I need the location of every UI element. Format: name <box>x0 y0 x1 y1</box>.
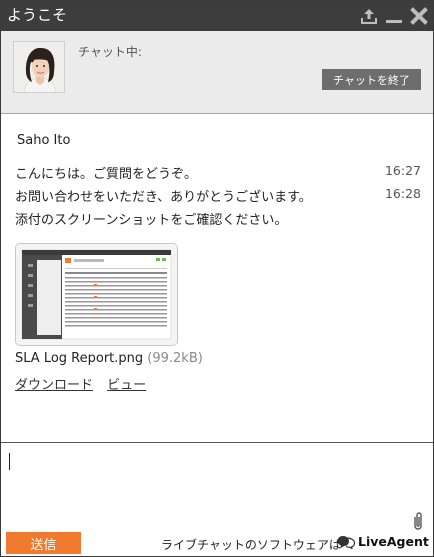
paperclip-icon[interactable] <box>411 511 425 531</box>
attachment-size: (99.2kB) <box>147 351 203 366</box>
agent-avatar <box>13 41 65 93</box>
liveagent-logo[interactable]: LiveAgent <box>337 534 429 549</box>
brand-name: LiveAgent <box>358 534 429 549</box>
end-chat-button[interactable]: チャットを終了 <box>322 69 421 90</box>
message-row: 添付のスクリーンショットをご確認ください。 <box>15 209 421 228</box>
attachment-info: SLA Log Report.png (99.2kB) <box>15 351 203 366</box>
minimize-icon[interactable] <box>384 6 404 26</box>
window-controls <box>354 6 429 26</box>
message-input[interactable] <box>7 450 407 520</box>
download-link[interactable]: ダウンロード <box>15 378 93 393</box>
send-button[interactable]: 送信 <box>6 532 81 554</box>
message-text: こんにちは。ご質問をどうぞ。 <box>15 167 198 182</box>
sender-name: Saho Ito <box>17 133 71 148</box>
chat-bubble-icon <box>337 535 355 549</box>
attachment-thumbnail[interactable] <box>15 243 178 346</box>
message-text: 添付のスクリーンショットをご確認ください。 <box>15 213 288 228</box>
attachment-actions: ダウンロード ビュー <box>15 374 156 393</box>
footer: 送信 ライブチャットのソフトウェアは LiveAgent <box>1 512 433 556</box>
view-link[interactable]: ビュー <box>107 378 146 393</box>
composer <box>1 444 433 528</box>
message-time: 16:27 <box>384 163 421 178</box>
powered-by-text: ライブチャットのソフトウェアは <box>161 538 341 552</box>
message-row: お問い合わせをいただき、ありがとうございます。 16:28 <box>15 186 421 205</box>
agent-header: チャット中: チャットを終了 <box>1 31 433 114</box>
message-text: お問い合わせをいただき、ありがとうございます。 <box>15 190 312 205</box>
chatting-status: チャット中: <box>78 45 142 59</box>
message-row: こんにちは。ご質問をどうぞ。 16:27 <box>15 163 421 182</box>
window-title: ようこそ <box>7 6 68 24</box>
chat-window: ようこそ チャット中: チャットを終了 Saho Ito こんにちは。ご質問をど… <box>0 0 434 557</box>
close-icon[interactable] <box>409 6 429 26</box>
upload-icon[interactable] <box>359 6 379 26</box>
attachment-filename: SLA Log Report.png <box>15 351 144 366</box>
message-list: Saho Ito こんにちは。ご質問をどうぞ。 16:27 お問い合わせをいただ… <box>1 115 433 443</box>
title-bar: ようこそ <box>1 1 433 31</box>
message-time: 16:28 <box>384 186 421 201</box>
